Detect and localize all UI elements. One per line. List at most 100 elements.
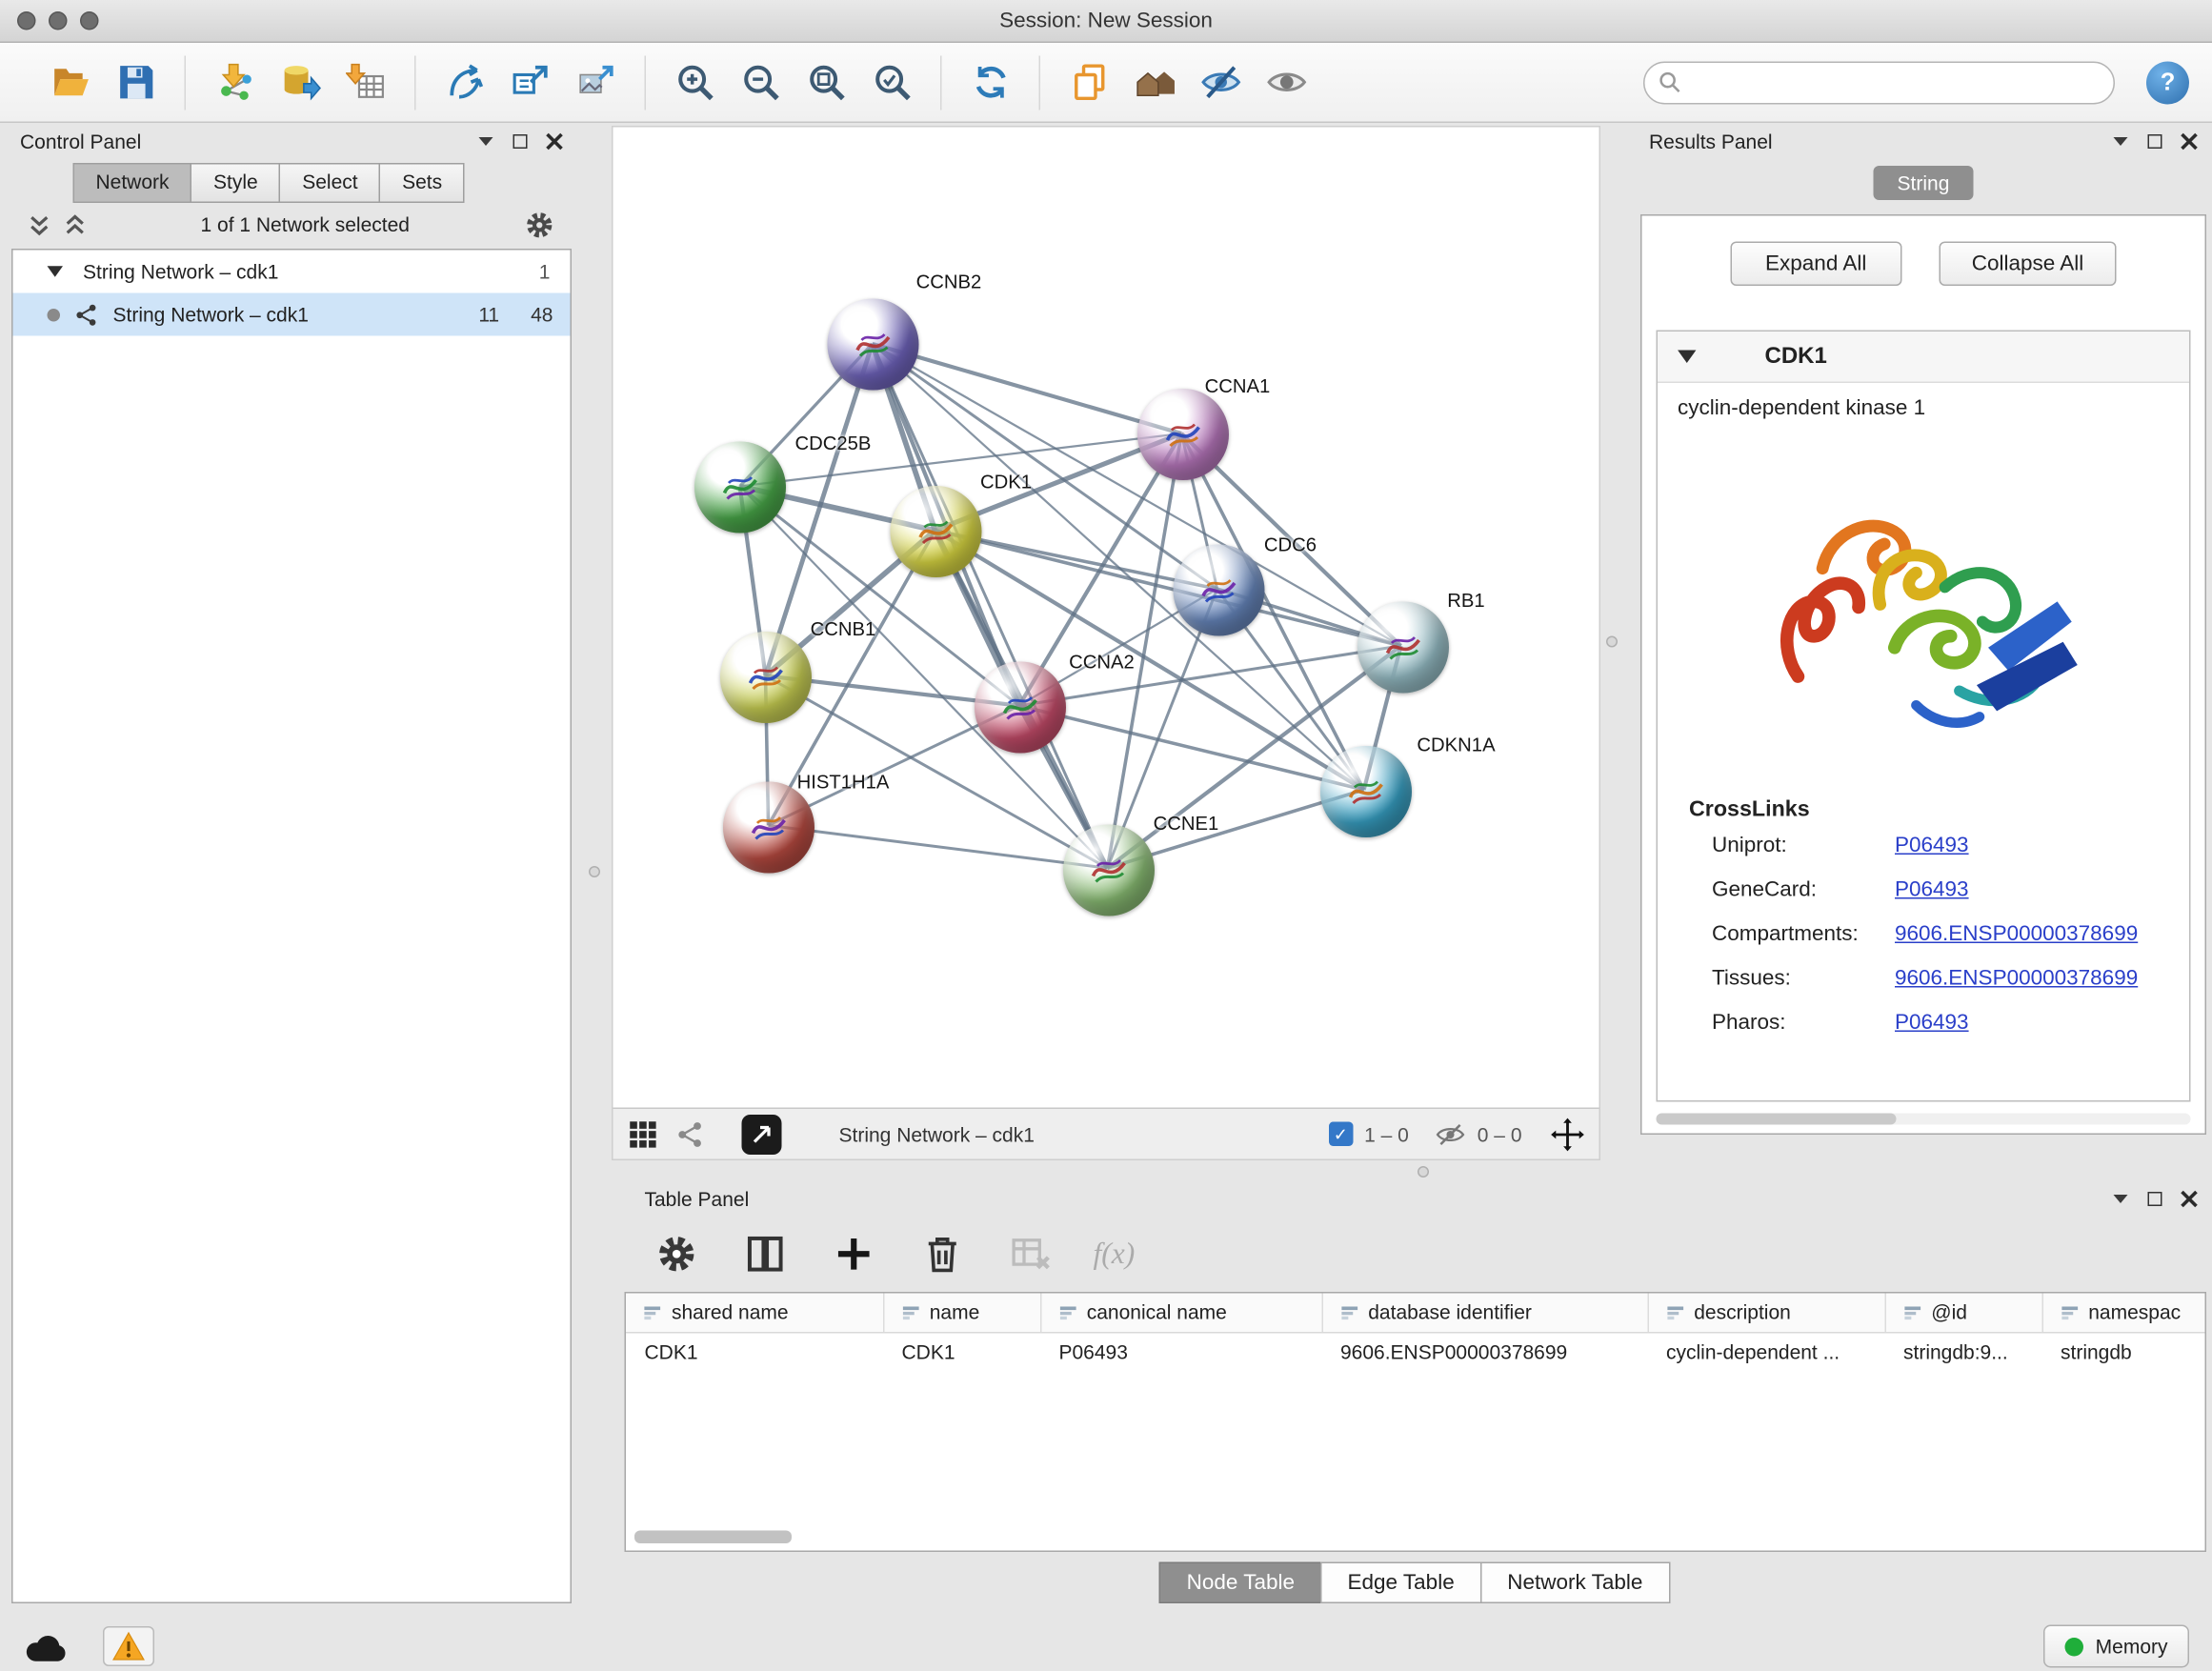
- table-cell[interactable]: CDK1: [883, 1332, 1040, 1371]
- network-edge[interactable]: [873, 344, 1108, 868]
- import-network-database-button[interactable]: [274, 55, 326, 110]
- network-node-cdc6[interactable]: [1174, 545, 1265, 636]
- import-table-button[interactable]: [340, 55, 392, 110]
- selected-checkbox-icon[interactable]: [1329, 1122, 1354, 1147]
- crosslink-value-link[interactable]: P06493: [1895, 1011, 1969, 1036]
- create-column-button[interactable]: [828, 1226, 879, 1280]
- protein-section-header[interactable]: CDK1: [1658, 332, 2189, 383]
- float-panel-icon[interactable]: [2148, 1192, 2162, 1206]
- network-node-hist1h1a[interactable]: [723, 782, 814, 874]
- delete-table-button[interactable]: [1005, 1226, 1056, 1280]
- crosslink-value-link[interactable]: 9606.ENSP00000378699: [1895, 922, 2138, 947]
- close-panel-icon[interactable]: [546, 133, 563, 151]
- tab-node-table[interactable]: Node Table: [1159, 1562, 1321, 1604]
- network-edge[interactable]: [873, 344, 1182, 433]
- crosslink-value-link[interactable]: P06493: [1895, 877, 1969, 902]
- tree-expander-icon[interactable]: [48, 266, 64, 277]
- new-network-button[interactable]: [439, 55, 491, 110]
- tab-style[interactable]: Style: [191, 163, 281, 203]
- minimize-window-button[interactable]: [49, 11, 68, 30]
- float-panel-icon[interactable]: [513, 134, 528, 149]
- tab-sets[interactable]: Sets: [379, 163, 465, 203]
- table-cell[interactable]: cyclin-dependent ...: [1648, 1332, 1885, 1371]
- tab-edge-table[interactable]: Edge Table: [1320, 1562, 1481, 1604]
- collapse-all-button[interactable]: Collapse All: [1939, 242, 2117, 287]
- network-node-ccnb2[interactable]: [828, 299, 919, 391]
- float-panel-icon[interactable]: [2148, 134, 2162, 149]
- network-node-cdkn1a[interactable]: [1320, 746, 1412, 837]
- close-window-button[interactable]: [17, 11, 36, 30]
- close-panel-icon[interactable]: [2181, 133, 2198, 151]
- table-cell[interactable]: P06493: [1040, 1332, 1322, 1371]
- panel-menu-icon[interactable]: [2112, 136, 2129, 148]
- column-header-name[interactable]: name: [883, 1294, 1040, 1333]
- tab-string[interactable]: String: [1873, 166, 1974, 200]
- panel-menu-icon[interactable]: [477, 136, 494, 148]
- network-edge[interactable]: [769, 825, 1108, 868]
- network-edge[interactable]: [935, 531, 1401, 646]
- collapse-all-icon[interactable]: [29, 213, 50, 235]
- network-node-ccnb1[interactable]: [720, 632, 812, 723]
- export-image-button[interactable]: [571, 55, 622, 110]
- network-node-rb1[interactable]: [1357, 602, 1449, 694]
- open-session-button[interactable]: [45, 55, 96, 110]
- show-all-button[interactable]: [1260, 55, 1312, 110]
- table-cell[interactable]: stringdb: [2042, 1332, 2205, 1371]
- close-panel-icon[interactable]: [2181, 1191, 2198, 1208]
- gear-icon[interactable]: [525, 210, 555, 240]
- zoom-out-button[interactable]: [734, 55, 786, 110]
- table-settings-button[interactable]: [651, 1226, 702, 1280]
- network-row-selected[interactable]: String Network – cdk1 11 48: [13, 293, 571, 336]
- left-splitter-handle[interactable]: [589, 866, 600, 877]
- birds-eye-view-button[interactable]: [628, 1118, 659, 1150]
- column-header-namespac[interactable]: namespac: [2042, 1294, 2205, 1333]
- bottom-splitter-handle[interactable]: [1418, 1166, 1429, 1178]
- network-node-cdk1[interactable]: [891, 486, 982, 577]
- home-gallery-button[interactable]: [1129, 55, 1180, 110]
- pan-move-icon[interactable]: [1551, 1117, 1585, 1151]
- copy-button[interactable]: [1063, 55, 1115, 110]
- column-header--id[interactable]: @id: [1885, 1294, 2042, 1333]
- table-row[interactable]: CDK1CDK1P064939606.ENSP00000378699cyclin…: [626, 1332, 2205, 1371]
- tab-network-table[interactable]: Network Table: [1480, 1562, 1670, 1604]
- maximize-window-button[interactable]: [80, 11, 99, 30]
- expand-all-icon[interactable]: [65, 213, 87, 235]
- zoom-fit-button[interactable]: [800, 55, 852, 110]
- column-header-canonical-name[interactable]: canonical name: [1040, 1294, 1322, 1333]
- panel-menu-icon[interactable]: [2112, 1194, 2129, 1205]
- delete-column-button[interactable]: [916, 1226, 968, 1280]
- crosslink-value-link[interactable]: 9606.ENSP00000378699: [1895, 966, 2138, 991]
- table-horizontal-scrollbar[interactable]: [634, 1531, 792, 1544]
- help-button[interactable]: ?: [2146, 61, 2189, 104]
- cloud-icon[interactable]: [23, 1630, 69, 1663]
- network-canvas[interactable]: CCNB2CCNA1CDC25BCDK1CDC6RB1CCNB1CCNA2CDK…: [613, 128, 1599, 1108]
- memory-button[interactable]: Memory: [2044, 1625, 2189, 1668]
- search-input[interactable]: [1689, 70, 2114, 93]
- network-collection-row[interactable]: String Network – cdk1 1: [13, 251, 571, 293]
- column-header-shared-name[interactable]: shared name: [626, 1294, 883, 1333]
- column-header-description[interactable]: description: [1648, 1294, 1885, 1333]
- network-node-ccna1[interactable]: [1137, 389, 1229, 480]
- table-cell[interactable]: stringdb:9...: [1885, 1332, 2042, 1371]
- hide-selected-button[interactable]: [1195, 55, 1246, 110]
- section-collapse-icon[interactable]: [1678, 351, 1697, 364]
- tab-network[interactable]: Network: [73, 163, 192, 203]
- table-cell[interactable]: 9606.ENSP00000378699: [1322, 1332, 1648, 1371]
- right-splitter-handle[interactable]: [1606, 636, 1618, 648]
- column-header-database-identifier[interactable]: database identifier: [1322, 1294, 1648, 1333]
- save-session-button[interactable]: [111, 55, 162, 110]
- tab-select[interactable]: Select: [279, 163, 380, 203]
- crosslink-value-link[interactable]: P06493: [1895, 834, 1969, 858]
- network-overview-button[interactable]: [676, 1119, 705, 1148]
- detach-view-button[interactable]: [742, 1114, 782, 1154]
- function-builder-button[interactable]: f(x): [1094, 1236, 1136, 1272]
- export-network-button[interactable]: [505, 55, 556, 110]
- table-cell[interactable]: CDK1: [626, 1332, 883, 1371]
- network-node-cdc25b[interactable]: [694, 442, 786, 534]
- import-network-file-button[interactable]: [209, 55, 260, 110]
- zoom-in-button[interactable]: [669, 55, 720, 110]
- network-node-ccna2[interactable]: [975, 662, 1066, 754]
- results-scrollbar[interactable]: [1657, 1114, 2191, 1125]
- refresh-view-button[interactable]: [965, 55, 1016, 110]
- zoom-selected-button[interactable]: [866, 55, 917, 110]
